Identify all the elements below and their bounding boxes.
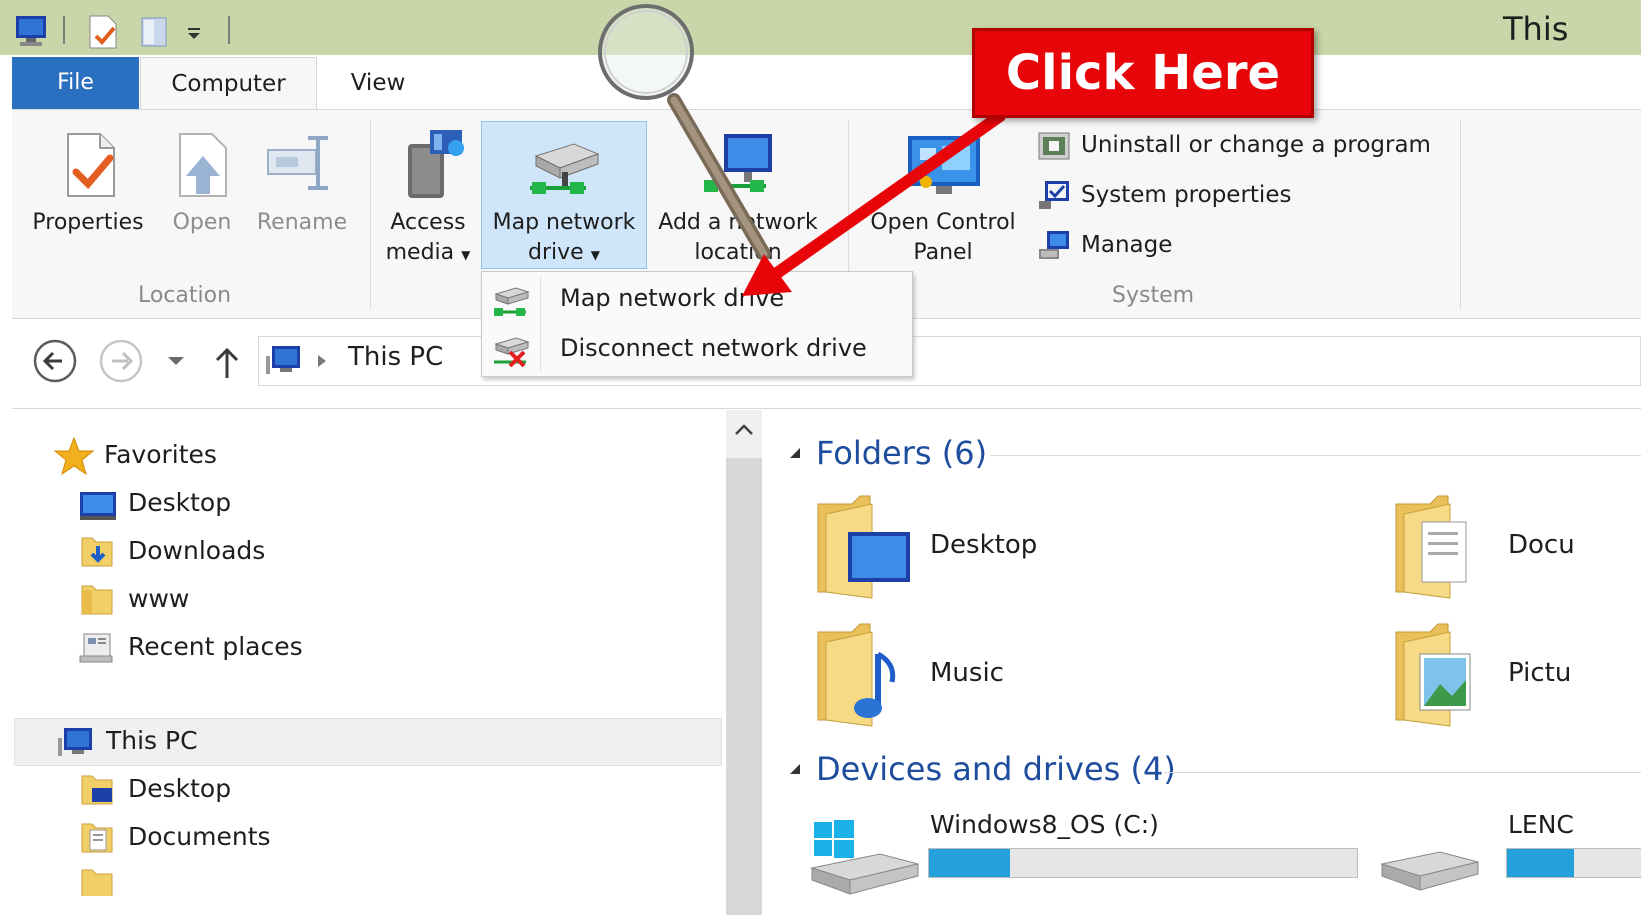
recent-locations-chevron-icon[interactable] bbox=[164, 352, 188, 370]
pictures-library-folder-icon bbox=[1395, 623, 1471, 727]
open-button[interactable]: Open bbox=[164, 208, 240, 238]
collapse-triangle-icon[interactable] bbox=[786, 760, 804, 778]
nav-favorites[interactable]: Favorites bbox=[104, 440, 217, 469]
documents-folder-icon bbox=[81, 823, 113, 853]
disconnect-drive-menu-icon bbox=[494, 337, 530, 368]
manage-icon bbox=[1039, 231, 1069, 259]
red-arrow-icon bbox=[742, 110, 1006, 296]
nav-pc-desktop[interactable]: Desktop bbox=[128, 774, 231, 803]
nav-favorite-downloads[interactable]: Downloads bbox=[128, 536, 265, 565]
access-media-button[interactable]: Access media ▼ bbox=[380, 208, 476, 270]
location-group-label: Location bbox=[138, 283, 232, 308]
this-pc-address-icon bbox=[266, 346, 300, 374]
manage-label: Manage bbox=[1081, 232, 1173, 258]
nav-favorite-desktop[interactable]: Desktop bbox=[128, 488, 231, 517]
properties-qat-icon[interactable] bbox=[86, 14, 120, 50]
nav-favorite-recent-places[interactable]: Recent places bbox=[128, 632, 303, 661]
tab-computer[interactable]: Computer bbox=[140, 57, 317, 109]
dropdown-arrow-icon: ▼ bbox=[461, 248, 471, 262]
folder-item-documents[interactable]: Docu bbox=[1508, 530, 1575, 560]
recent-places-icon bbox=[79, 633, 113, 663]
qat-separator-2 bbox=[228, 16, 230, 44]
drive-usage-bar-lenovo bbox=[1506, 848, 1641, 878]
folder-item-pictures[interactable]: Pictu bbox=[1508, 658, 1571, 688]
this-pc-nav-icon bbox=[58, 728, 92, 756]
drive-usage-fill-lenovo bbox=[1507, 849, 1574, 877]
properties-button[interactable]: Properties bbox=[26, 208, 150, 238]
drive-usage-bar-c bbox=[928, 848, 1358, 878]
downloads-folder-icon bbox=[81, 537, 113, 567]
map-drive-menu-icon bbox=[494, 287, 530, 316]
ribbon-separator bbox=[370, 120, 371, 310]
section-divider bbox=[990, 455, 1641, 456]
back-arrow-icon[interactable] bbox=[32, 338, 78, 384]
desktop-folder-icon bbox=[81, 775, 113, 805]
system-properties-icon bbox=[1039, 181, 1069, 209]
tab-file[interactable]: File bbox=[12, 57, 139, 109]
rename-icon bbox=[267, 136, 328, 190]
folder-item-desktop[interactable]: Desktop bbox=[930, 530, 1037, 560]
menu-item-disconnect-network-drive[interactable]: Disconnect network drive bbox=[482, 326, 912, 374]
chevron-up-icon bbox=[735, 424, 753, 435]
nav-this-pc[interactable]: This PC bbox=[106, 726, 198, 755]
documents-library-folder-icon bbox=[1395, 495, 1467, 599]
click-here-callout: Click Here bbox=[972, 28, 1314, 118]
uninstall-program-label: Uninstall or change a program bbox=[1081, 132, 1431, 158]
nav-pane-scrollbar[interactable] bbox=[726, 410, 762, 915]
this-pc-icon[interactable] bbox=[10, 12, 50, 48]
desktop-icon bbox=[80, 492, 116, 520]
access-media-icon bbox=[408, 130, 464, 198]
tab-view[interactable]: View bbox=[318, 57, 438, 109]
menu-item-disconnect-label: Disconnect network drive bbox=[560, 334, 867, 362]
music-library-folder-icon bbox=[817, 623, 896, 727]
ribbon-separator bbox=[1460, 120, 1461, 310]
devices-section-header[interactable]: Devices and drives (4) bbox=[816, 750, 1176, 788]
breadcrumb-chevron-icon[interactable] bbox=[314, 352, 330, 370]
forward-arrow-icon[interactable] bbox=[98, 338, 144, 384]
map-drive-label-2: drive bbox=[528, 240, 584, 265]
section-divider bbox=[1164, 772, 1641, 773]
open-icon bbox=[179, 133, 227, 197]
system-group-label: System bbox=[1112, 283, 1195, 308]
folder-icon-partial bbox=[81, 869, 113, 896]
customize-qat-icon[interactable] bbox=[184, 22, 206, 44]
favorites-star-icon bbox=[54, 436, 94, 476]
up-arrow-icon[interactable] bbox=[212, 344, 242, 380]
collapse-triangle-icon[interactable] bbox=[786, 444, 804, 462]
breadcrumb-this-pc[interactable]: This PC bbox=[348, 342, 443, 372]
drive-name-lenovo[interactable]: LENC bbox=[1508, 810, 1574, 839]
new-folder-qat-icon[interactable] bbox=[138, 14, 172, 50]
access-media-label-1: Access bbox=[390, 210, 466, 235]
properties-icon bbox=[67, 133, 115, 197]
title-bar bbox=[0, 0, 1641, 55]
drive-icon bbox=[1380, 851, 1479, 891]
uninstall-program-icon bbox=[1038, 132, 1070, 160]
system-properties-label: System properties bbox=[1081, 182, 1292, 208]
address-bar[interactable] bbox=[258, 336, 1641, 386]
window-title: This bbox=[1503, 10, 1569, 48]
folder-icon bbox=[81, 585, 113, 615]
windows-drive-icon bbox=[810, 820, 919, 895]
desktop-library-folder-icon bbox=[817, 495, 910, 599]
qat-separator bbox=[63, 16, 65, 44]
rename-button[interactable]: Rename bbox=[250, 208, 354, 238]
nav-favorite-www[interactable]: www bbox=[128, 584, 189, 613]
nav-pc-documents[interactable]: Documents bbox=[128, 822, 271, 851]
drive-usage-fill-c bbox=[929, 849, 1011, 877]
drive-name-c[interactable]: Windows8_OS (C:) bbox=[930, 810, 1159, 839]
access-media-label-2: media bbox=[385, 240, 455, 265]
folders-section-header[interactable]: Folders (6) bbox=[816, 434, 987, 472]
folder-item-music[interactable]: Music bbox=[930, 658, 1004, 688]
